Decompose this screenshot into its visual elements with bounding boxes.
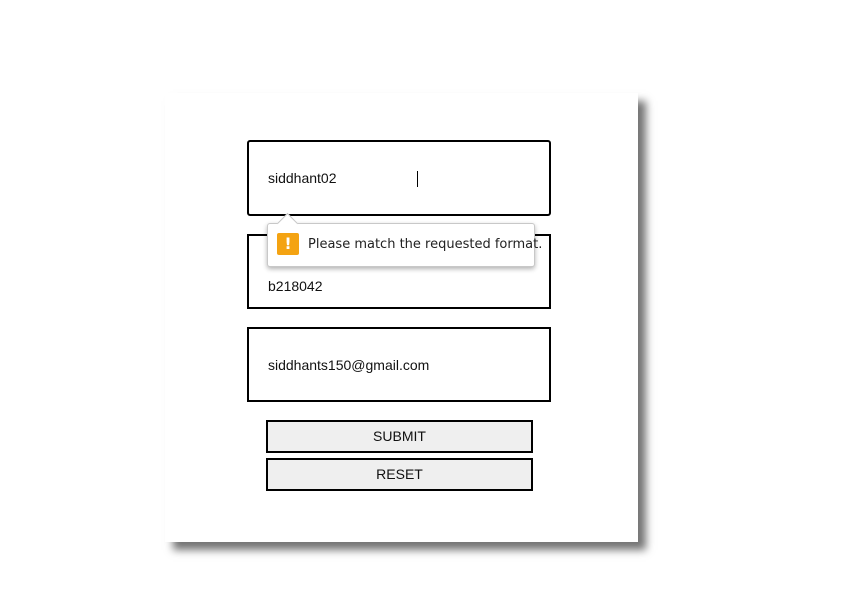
validation-message: Please match the requested format. <box>308 237 543 252</box>
email-field-box <box>247 327 551 402</box>
reset-button[interactable]: RESET <box>266 458 533 491</box>
warning-icon: ! <box>277 233 299 255</box>
email-input[interactable] <box>268 329 539 400</box>
username-input[interactable] <box>268 142 539 214</box>
form-card: SUBMIT RESET <box>165 93 638 542</box>
username-field-box <box>247 140 551 216</box>
validation-tooltip: ! Please match the requested format. <box>267 212 542 267</box>
submit-button[interactable]: SUBMIT <box>266 420 533 453</box>
text-caret <box>417 171 418 187</box>
